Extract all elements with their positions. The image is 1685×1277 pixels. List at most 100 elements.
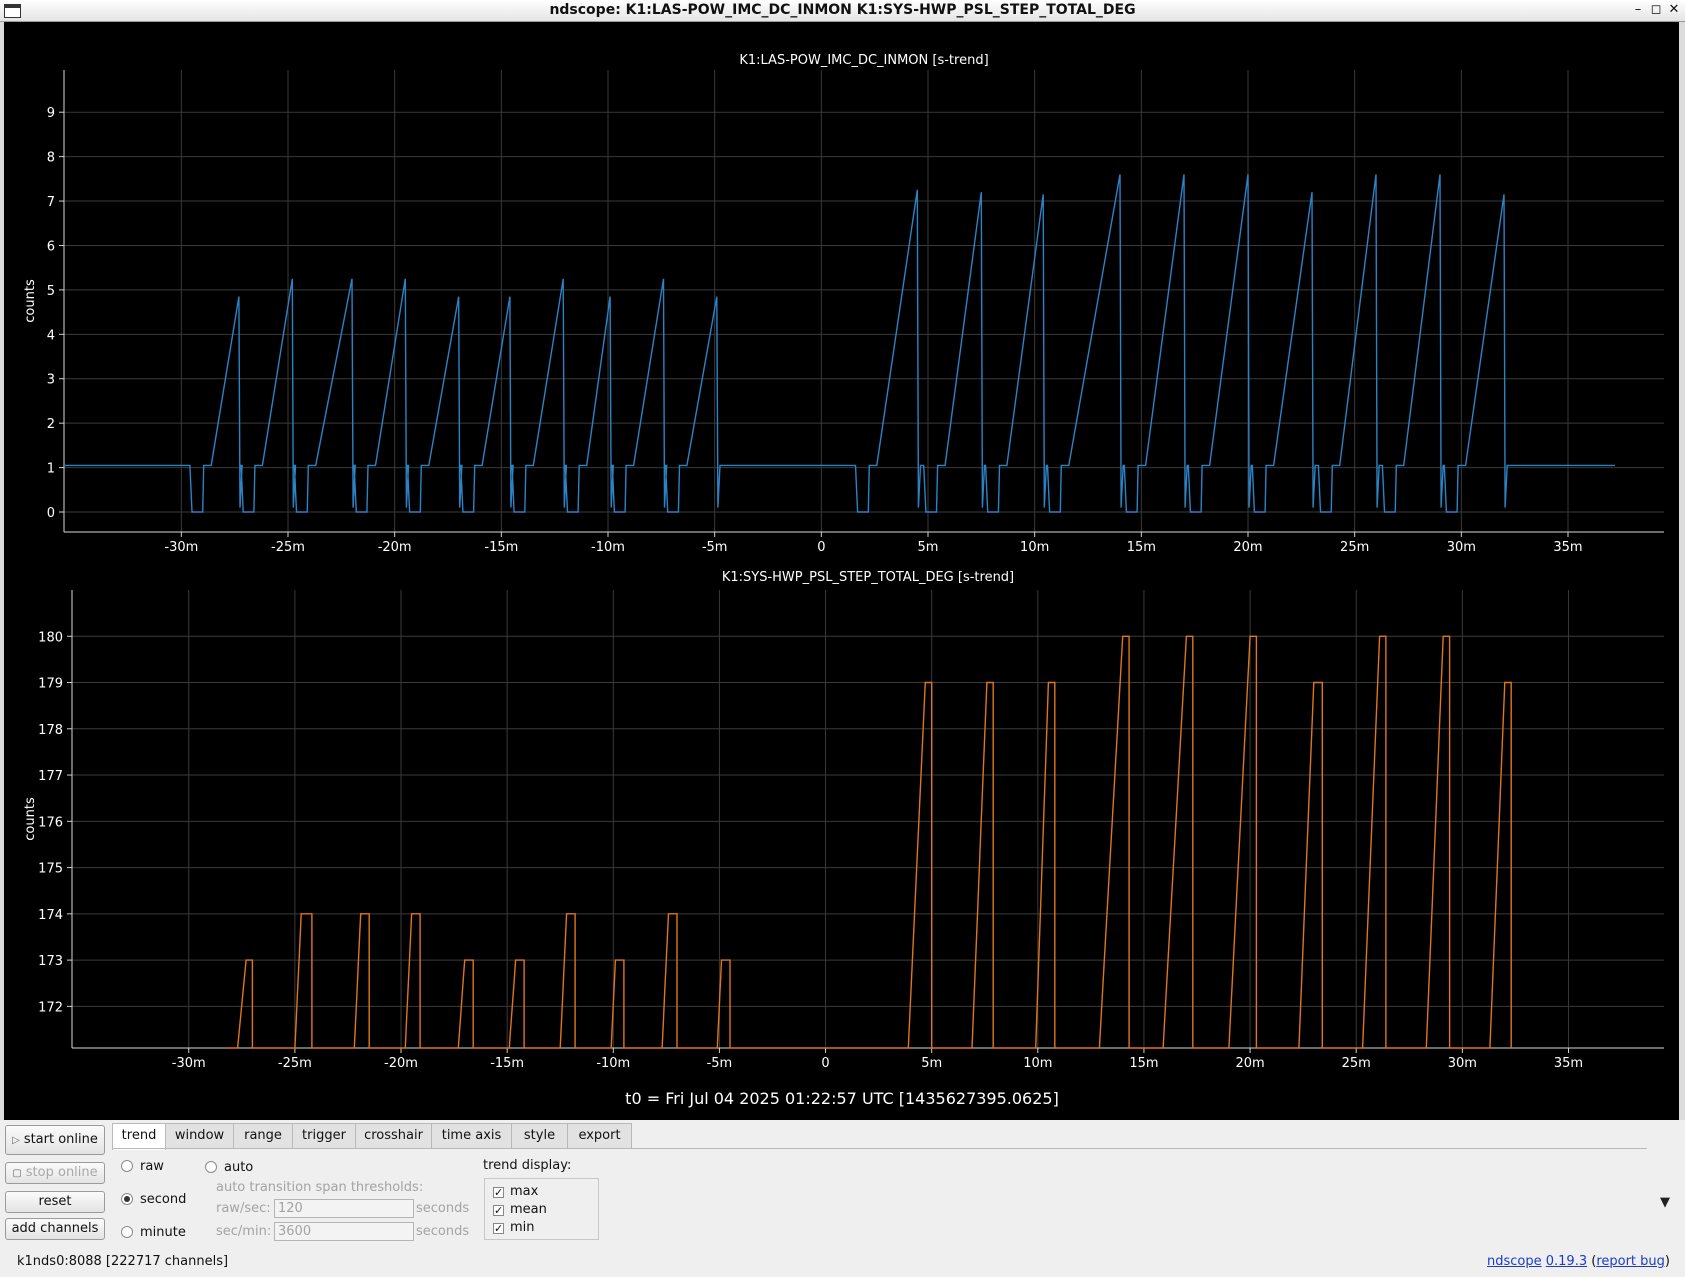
radio-second-dot[interactable] [121, 1193, 133, 1205]
x-tick-label: -10m [591, 540, 625, 555]
y-tick-label: 4 [47, 328, 55, 343]
x-tick-label: 0 [821, 1056, 829, 1071]
minimize-icon[interactable]: – [1630, 1, 1646, 19]
x-tick-label: 35m [1554, 1056, 1583, 1071]
ndscope-link[interactable]: ndscope [1487, 1254, 1542, 1269]
radio-raw[interactable]: raw [121, 1159, 164, 1174]
checkbox-max[interactable]: ✓ max [493, 1184, 538, 1199]
report-bug-link[interactable]: report bug [1596, 1254, 1665, 1269]
paren-close: ) [1664, 1254, 1670, 1269]
x-tick-label: -20m [384, 1056, 418, 1071]
series-line [64, 174, 1615, 513]
sec-min-input[interactable]: 3600 [274, 1222, 414, 1241]
x-tick-label: 25m [1340, 540, 1369, 555]
y-tick-label: 172 [38, 1000, 63, 1015]
x-tick-label: 0 [817, 540, 825, 555]
radio-auto-dot[interactable] [205, 1161, 217, 1173]
start-online-button[interactable]: ▷ start online [5, 1125, 105, 1155]
x-tick-label: 20m [1233, 540, 1262, 555]
y-tick-label: 2 [47, 417, 55, 432]
series-line [227, 635, 1512, 1049]
checkbox-min-box[interactable]: ✓ [493, 1223, 504, 1234]
x-tick-label: -5m [707, 1056, 733, 1071]
tab-trend[interactable]: trend [112, 1123, 166, 1150]
y-tick-label: 180 [38, 630, 63, 645]
y-tick-label: 175 [38, 862, 63, 877]
radio-raw-dot[interactable] [121, 1160, 133, 1172]
chevron-down-icon[interactable]: ▼ [1660, 1195, 1670, 1210]
x-tick-label: -15m [484, 540, 518, 555]
plot-area[interactable]: K1:LAS-POW_IMC_DC_INMON [s-trend] counts -… [4, 22, 1679, 1120]
radio-minute-dot[interactable] [121, 1226, 133, 1238]
checkbox-max-label: max [510, 1184, 539, 1199]
play-icon: ▷ [12, 1135, 20, 1146]
stop-icon: ▢ [12, 1168, 22, 1179]
radio-second[interactable]: second [121, 1192, 186, 1207]
sec-min-unit: seconds [416, 1224, 470, 1239]
status-server: k1nds0:8088 [222717 channels] [17, 1254, 229, 1269]
radio-auto[interactable]: auto [205, 1160, 253, 1175]
y-tick-label: 7 [47, 195, 55, 210]
footer-links: ndscope 0.19.3 (report bug) [1487, 1254, 1670, 1269]
tab-time-axis[interactable]: time axis [431, 1123, 512, 1148]
checkbox-max-box[interactable]: ✓ [493, 1187, 504, 1198]
x-tick-label: 10m [1020, 540, 1049, 555]
x-tick-label: 15m [1129, 1056, 1158, 1071]
raw-sec-input[interactable]: 120 [274, 1199, 414, 1218]
y-axis-label: counts [23, 797, 38, 841]
x-tick-label: -30m [164, 540, 198, 555]
plot-bottom[interactable]: K1:SYS-HWP_PSL_STEP_TOTAL_DEG [s-trend] c… [23, 570, 1664, 1071]
stop-online-label: stop online [25, 1165, 98, 1180]
x-tick-label: 15m [1127, 540, 1156, 555]
tab-range[interactable]: range [233, 1123, 293, 1148]
tab-export[interactable]: export [567, 1123, 632, 1148]
x-tick-label: -25m [271, 540, 305, 555]
checkbox-min[interactable]: ✓ min [493, 1220, 535, 1235]
thresholds-label: auto transition span thresholds: [216, 1180, 424, 1195]
checkbox-mean-box[interactable]: ✓ [493, 1205, 504, 1216]
plot-top[interactable]: K1:LAS-POW_IMC_DC_INMON [s-trend] counts -… [23, 53, 1664, 555]
radio-second-label: second [140, 1192, 187, 1207]
tab-window[interactable]: window [165, 1123, 234, 1148]
x-tick-label: 25m [1342, 1056, 1371, 1071]
y-tick-label: 9 [47, 106, 55, 121]
x-tick-label: -30m [172, 1056, 206, 1071]
x-tick-label: 20m [1235, 1056, 1264, 1071]
tab-style[interactable]: style [511, 1123, 568, 1148]
x-tick-label: -25m [278, 1056, 312, 1071]
t0-label: t0 = Fri Jul 04 2025 01:22:57 UTC [14356… [625, 1089, 1059, 1108]
x-tick-label: 35m [1553, 540, 1582, 555]
plot-title: K1:LAS-POW_IMC_DC_INMON [s-trend] [739, 53, 988, 68]
version-link[interactable]: 0.19.3 [1546, 1254, 1587, 1269]
plot-title: K1:SYS-HWP_PSL_STEP_TOTAL_DEG [s-trend] [722, 570, 1014, 585]
checkbox-mean[interactable]: ✓ mean [493, 1202, 547, 1217]
plots-canvas[interactable]: K1:LAS-POW_IMC_DC_INMON [s-trend] counts -… [4, 22, 1679, 1120]
y-tick-label: 6 [47, 239, 55, 254]
x-tick-label: 30m [1447, 540, 1476, 555]
reset-button[interactable]: reset [5, 1191, 105, 1213]
x-tick-label: 10m [1023, 1056, 1052, 1071]
y-tick-label: 178 [38, 723, 63, 738]
maximize-icon[interactable]: ◻ [1648, 1, 1664, 19]
add-channels-button[interactable]: add channels [5, 1218, 105, 1240]
tab-crosshair[interactable]: crosshair [355, 1123, 432, 1148]
tab-divider [112, 1148, 1647, 1149]
radio-minute-label: minute [140, 1225, 186, 1240]
x-tick-label: -5m [702, 540, 728, 555]
window-title: ndscope: K1:LAS-POW_IMC_DC_INMON K1:SYS-… [549, 2, 1136, 18]
tab-trigger[interactable]: trigger [292, 1123, 356, 1148]
y-tick-label: 0 [47, 506, 55, 521]
x-tick-label: 5m [918, 540, 939, 555]
checkbox-min-label: min [510, 1220, 535, 1235]
control-panel: ▷ start online ▢ stop online reset add cha… [0, 1120, 1685, 1277]
y-tick-label: 177 [38, 769, 63, 784]
stop-online-button[interactable]: ▢ stop online [5, 1162, 105, 1184]
x-tick-label: -15m [490, 1056, 524, 1071]
close-icon[interactable]: ✕ [1666, 1, 1682, 19]
x-tick-label: -20m [378, 540, 412, 555]
sec-min-label: sec/min: [216, 1224, 272, 1239]
x-tick-label: 5m [921, 1056, 942, 1071]
radio-minute[interactable]: minute [121, 1225, 186, 1240]
x-tick-label: -10m [596, 1056, 630, 1071]
y-tick-label: 5 [47, 284, 55, 299]
